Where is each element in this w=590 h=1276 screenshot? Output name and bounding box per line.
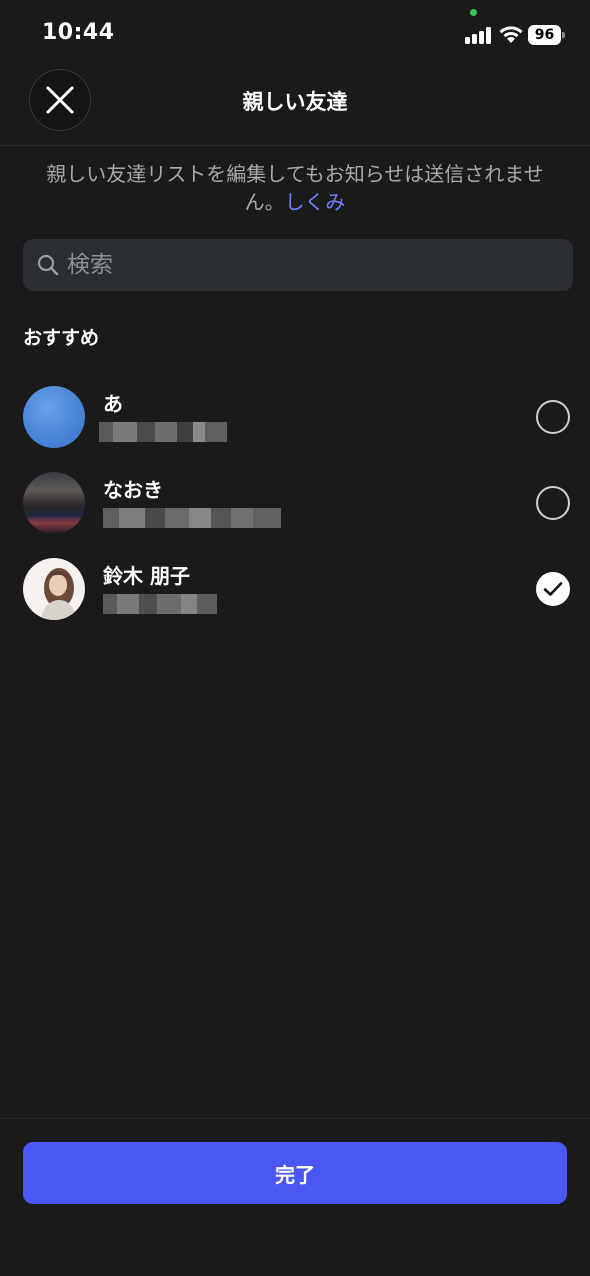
search-input[interactable] bbox=[67, 245, 573, 285]
select-checkbox[interactable] bbox=[536, 400, 570, 434]
select-checkbox[interactable] bbox=[536, 486, 570, 520]
page-title: 親しい友達 bbox=[242, 90, 348, 114]
battery-level: 96 bbox=[528, 25, 561, 45]
wifi-icon bbox=[498, 24, 524, 44]
header: 親しい友達 bbox=[0, 64, 590, 146]
description-text: 親しい友達リストを編集してもお知らせは送信されません。しくみ bbox=[40, 160, 550, 216]
select-checkbox-checked[interactable] bbox=[536, 572, 570, 606]
battery-icon: 96 bbox=[528, 25, 566, 45]
status-time: 10:44 bbox=[42, 20, 115, 45]
footer-divider bbox=[0, 1118, 590, 1119]
search-icon bbox=[37, 254, 59, 276]
woman-portrait-icon bbox=[41, 568, 77, 620]
contact-row[interactable]: 鈴木 朋子 bbox=[0, 558, 590, 644]
contact-name: なおき bbox=[103, 478, 163, 502]
section-title: おすすめ bbox=[23, 327, 100, 349]
cellular-signal-icon bbox=[465, 26, 493, 44]
how-it-works-link[interactable]: しくみ bbox=[285, 190, 346, 214]
status-bar: 10:44 96 bbox=[0, 0, 590, 64]
search-bar[interactable] bbox=[23, 239, 573, 291]
avatar bbox=[23, 386, 85, 448]
done-button[interactable]: 完了 bbox=[23, 1142, 567, 1204]
contact-row[interactable]: なおき bbox=[0, 472, 590, 558]
avatar bbox=[23, 558, 85, 620]
screen: 10:44 96 親しい友達 親しい友達リストを編集してもお知らせは送信されませ… bbox=[0, 0, 590, 1276]
contact-name: あ bbox=[103, 392, 123, 416]
avatar bbox=[23, 472, 85, 534]
contact-name: 鈴木 朋子 bbox=[103, 564, 190, 588]
contact-row[interactable]: あ bbox=[0, 386, 590, 472]
camera-indicator-dot bbox=[470, 9, 477, 16]
checkmark-icon bbox=[543, 582, 563, 596]
